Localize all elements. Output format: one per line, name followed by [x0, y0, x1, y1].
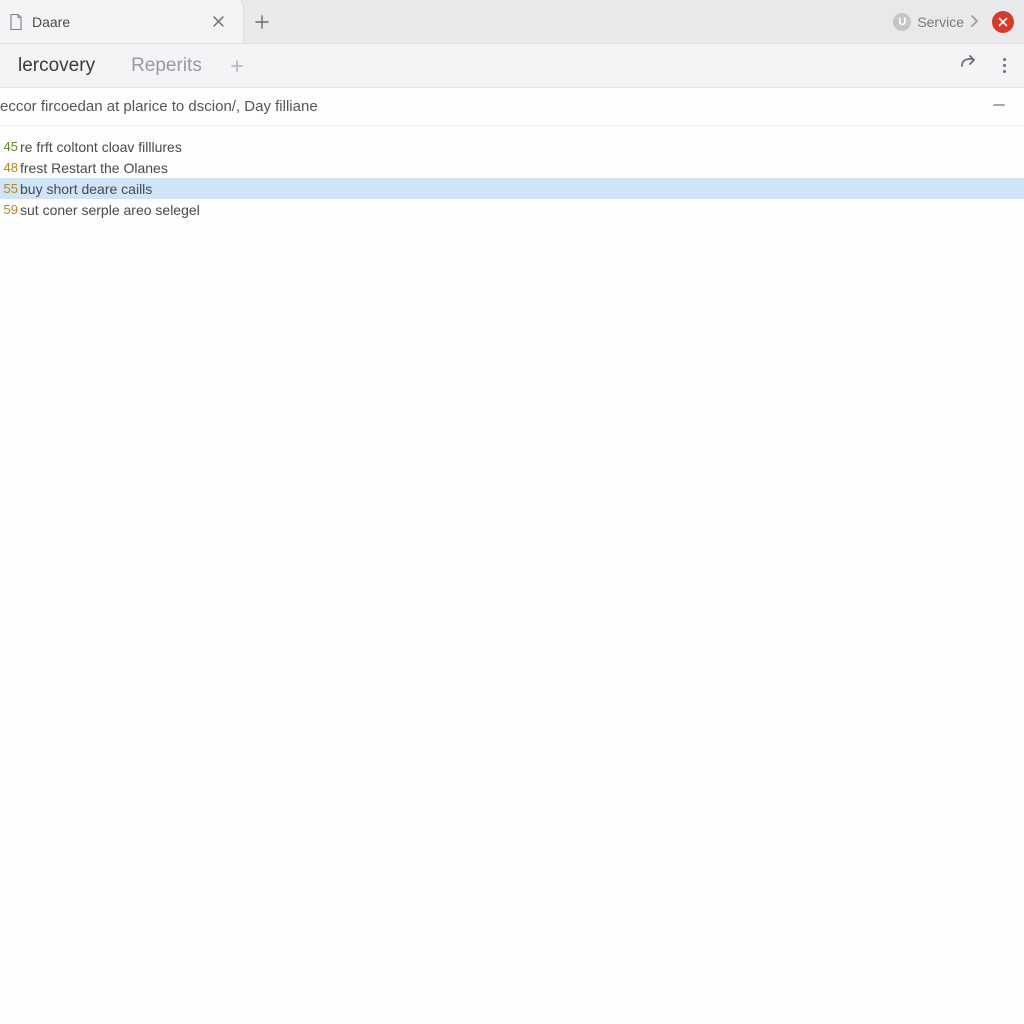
list-item[interactable]: 45re frft coltont cloav filllures	[0, 136, 1024, 157]
kebab-dot	[1003, 64, 1006, 67]
collapse-button[interactable]	[986, 95, 1012, 118]
close-tab-button[interactable]	[207, 11, 229, 33]
line-text: sut coner serple areo selegel	[20, 202, 200, 218]
new-tab-button[interactable]	[244, 0, 280, 43]
more-menu-button[interactable]	[997, 52, 1012, 79]
line-text: re frft coltont cloav filllures	[20, 139, 182, 155]
line-text: buy short deare caills	[20, 181, 152, 197]
forward-icon[interactable]	[959, 55, 979, 76]
doc-tabstrip-right	[959, 52, 1024, 79]
close-icon	[998, 17, 1008, 27]
line-number: 55	[0, 181, 18, 196]
document-icon	[8, 14, 24, 30]
doc-tabstrip: lercovery Reperits	[0, 44, 1024, 88]
line-number: 45	[0, 139, 18, 154]
list-item[interactable]: 59sut coner serple areo selegel	[0, 199, 1024, 220]
plus-icon	[230, 59, 244, 73]
window-close-button[interactable]	[992, 11, 1014, 33]
doc-tab-recovery[interactable]: lercovery	[0, 44, 113, 87]
line-text: frest Restart the Olanes	[20, 160, 168, 176]
kebab-dot	[1003, 58, 1006, 61]
titlebar-right: U Service	[889, 0, 1024, 43]
doc-title: eccor fircoedan at plarice to dscion/, D…	[0, 98, 318, 115]
plus-icon	[255, 15, 269, 29]
list-item[interactable]: 55buy short deare caills	[0, 178, 1024, 199]
list-body: 45re frft coltont cloav filllures48frest…	[0, 126, 1024, 220]
titlebar: Daare U Service	[0, 0, 1024, 44]
window-tab[interactable]: Daare	[0, 0, 244, 43]
line-number: 48	[0, 160, 18, 175]
service-badge-icon: U	[893, 13, 911, 31]
add-doc-tab-button[interactable]	[220, 49, 254, 83]
kebab-dot	[1003, 70, 1006, 73]
chevron-right-icon	[970, 14, 978, 30]
doc-tab-label: lercovery	[18, 55, 95, 77]
service-chip[interactable]: U Service	[889, 9, 982, 35]
close-icon	[213, 16, 224, 27]
doc-header: eccor fircoedan at plarice to dscion/, D…	[0, 88, 1024, 126]
doc-tab-reperits[interactable]: Reperits	[113, 44, 220, 87]
service-label: Service	[917, 14, 964, 30]
window-tab-title: Daare	[32, 14, 70, 30]
list-item[interactable]: 48frest Restart the Olanes	[0, 157, 1024, 178]
line-number: 59	[0, 202, 18, 217]
minus-icon	[992, 98, 1006, 112]
doc-tab-label: Reperits	[131, 55, 202, 77]
